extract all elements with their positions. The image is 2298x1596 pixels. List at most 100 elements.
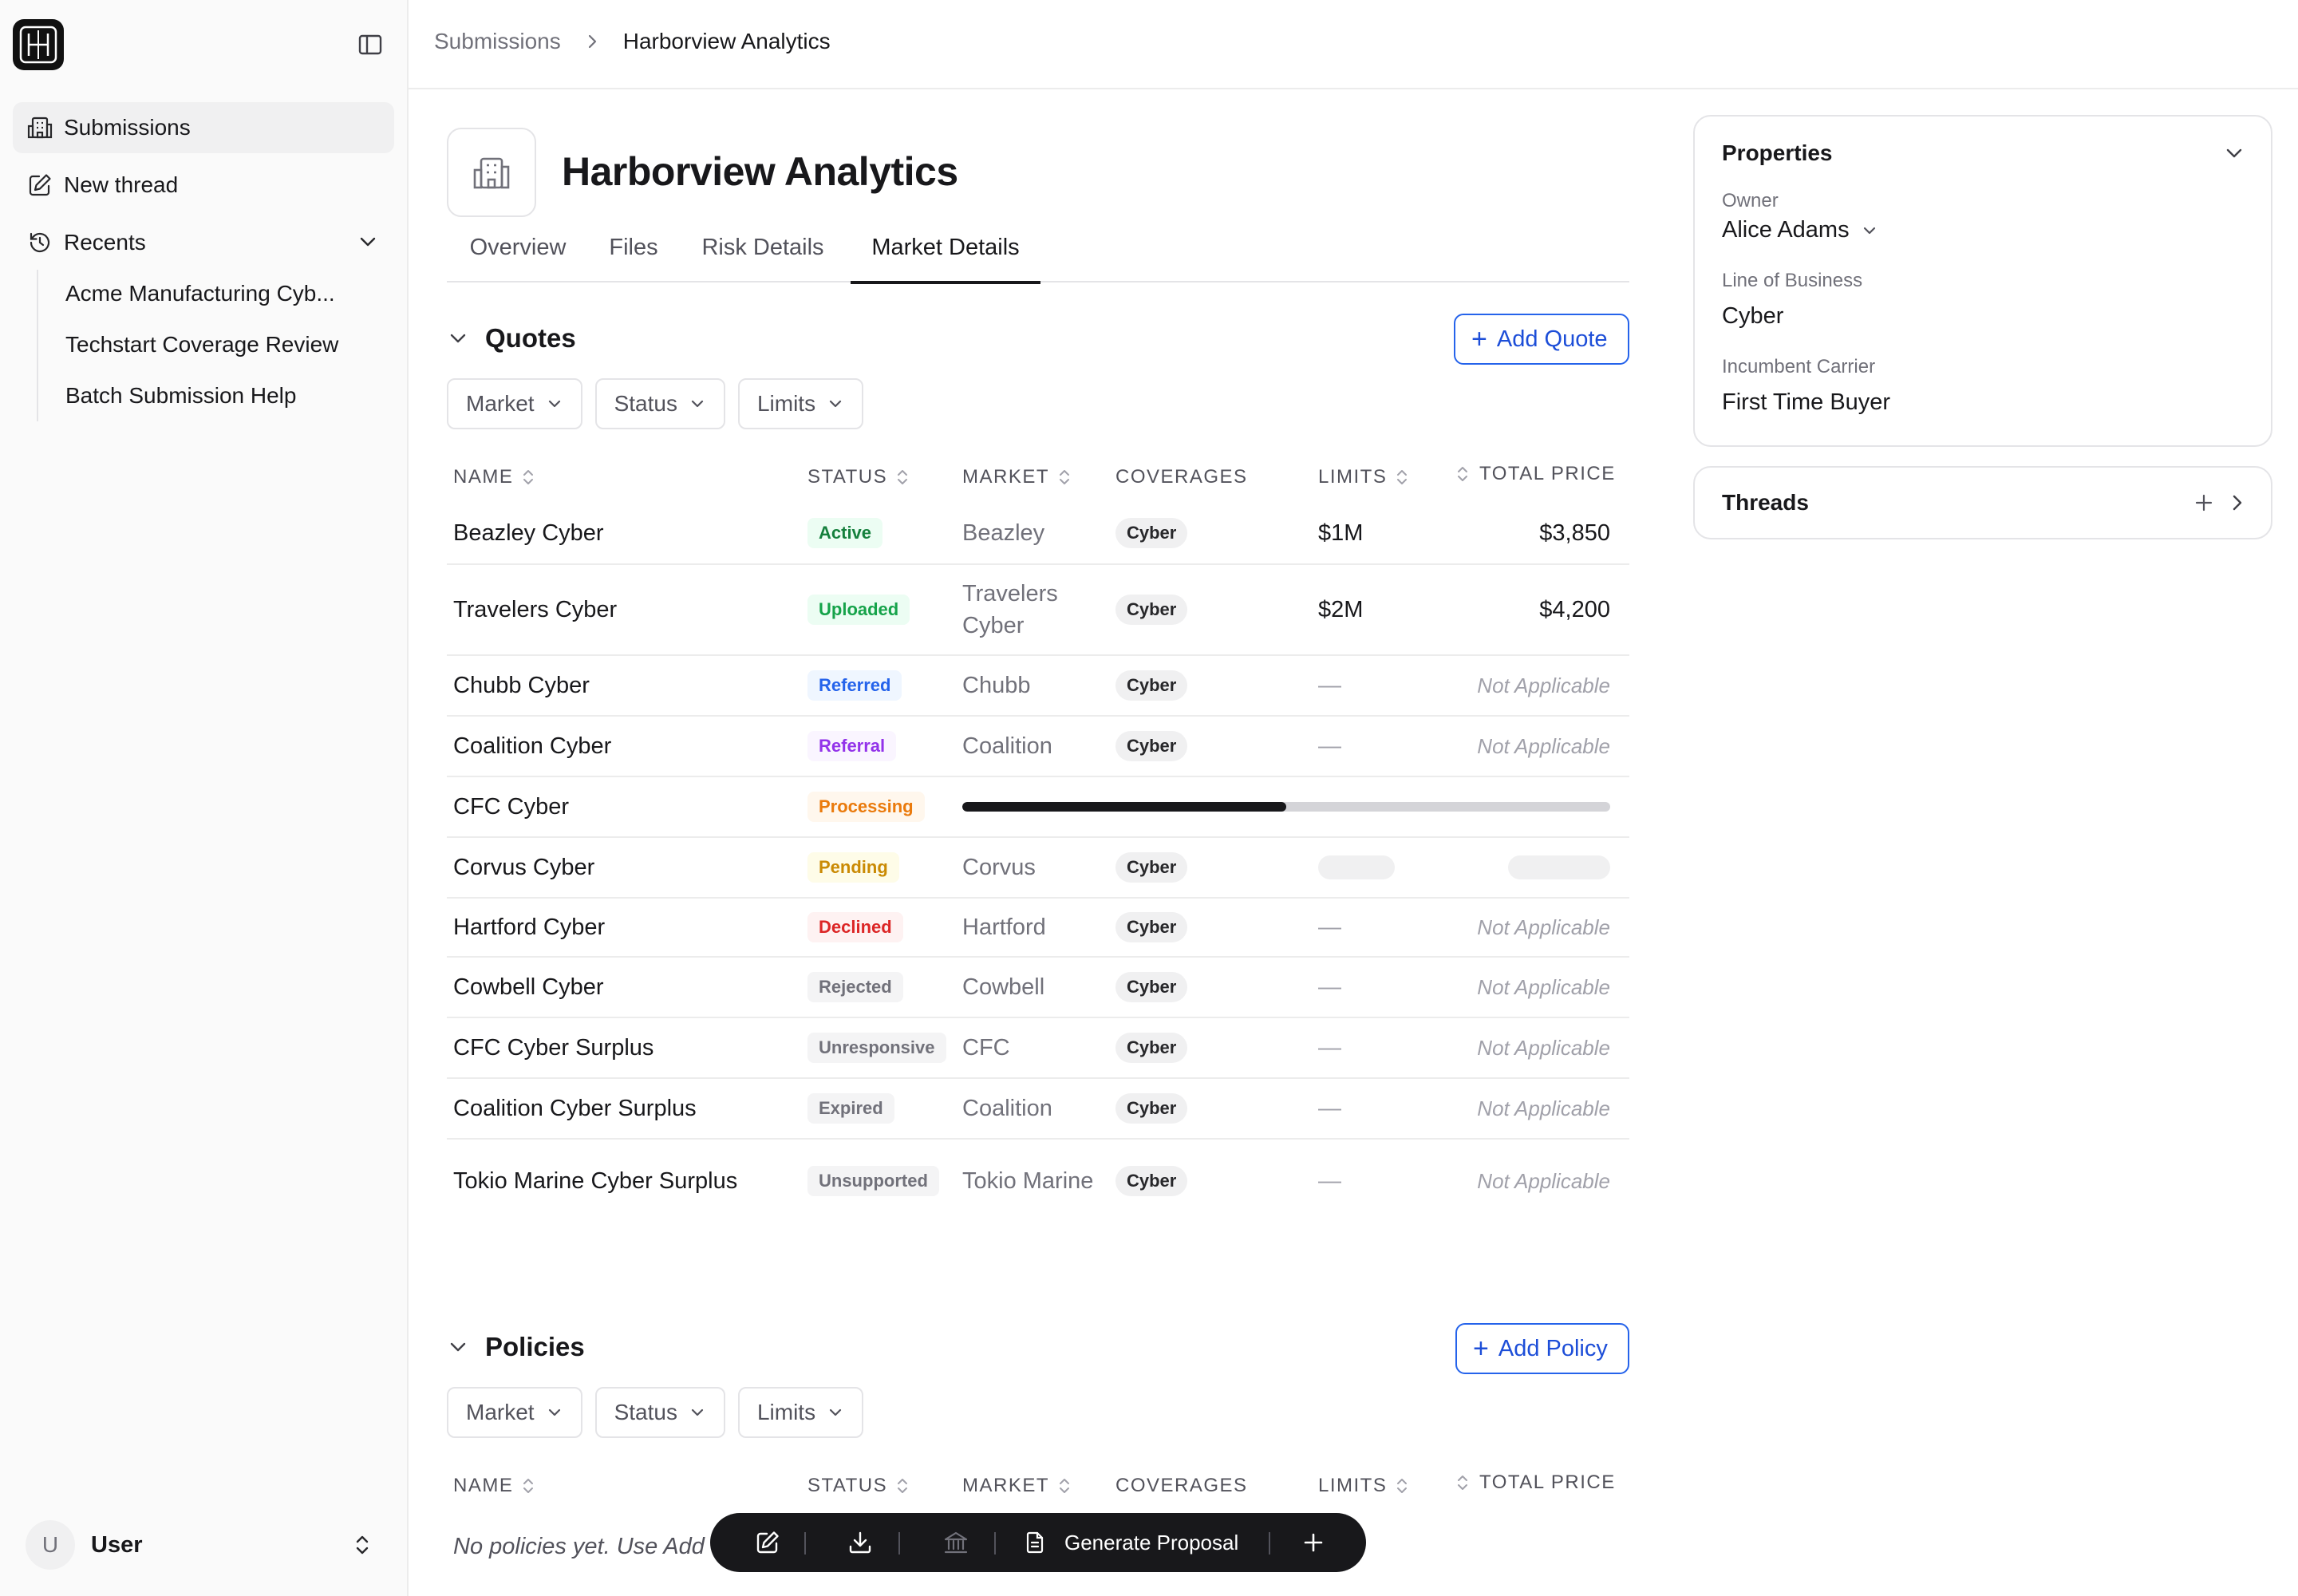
column-header-name[interactable]: NAME [453, 1475, 535, 1497]
plus-icon[interactable] [1301, 1530, 1326, 1555]
button-label: Generate Proposal [1064, 1530, 1239, 1555]
recent-thread[interactable]: Techstart Coverage Review [65, 325, 385, 365]
sidebar: Submissions New thread Recents Acme Manu… [0, 0, 409, 1596]
edit-icon[interactable] [755, 1530, 780, 1555]
coverage-chip: Cyber [1115, 1033, 1188, 1063]
filter-status[interactable]: Status [594, 378, 725, 429]
tab-risk-details[interactable]: Risk Details [699, 235, 827, 282]
filter-limits[interactable]: Limits [737, 378, 864, 429]
column-header-market[interactable]: MARKET [962, 466, 1072, 488]
column-header-limits[interactable]: LIMITS [1318, 1475, 1409, 1497]
table-row[interactable]: Cowbell Cyber Rejected Cowbell Cyber — Not Ap… [447, 958, 1629, 1018]
filter-market[interactable]: Market [447, 1387, 582, 1438]
status-cell: Processing [807, 777, 925, 836]
toolbar-divider [1269, 1532, 1270, 1555]
filter-label: Limits [756, 1400, 816, 1424]
column-header-status[interactable]: STATUS [807, 1475, 910, 1497]
status-cell: Active [807, 503, 883, 563]
column-header-name[interactable]: NAME [453, 466, 535, 488]
quotes-section-header[interactable]: Quotes [447, 323, 576, 354]
limits-value: $2M [1318, 596, 1364, 622]
column-header-label: MARKET [962, 1475, 1050, 1496]
chevron-down-icon[interactable] [447, 327, 469, 350]
table-row[interactable]: Beazley Cyber Active Beazley Cyber $1M $3,850 [447, 503, 1629, 565]
market-name: Travelers Cyber [962, 581, 1058, 638]
status-badge: Pending [807, 852, 899, 883]
recent-thread[interactable]: Acme Manufacturing Cyb... [65, 274, 385, 314]
tab-market-details[interactable]: Market Details [851, 235, 1040, 284]
table-row[interactable]: Tokio Marine Cyber Surplus Unsupported Tok… [447, 1140, 1629, 1223]
section-title: Quotes [485, 323, 576, 353]
filter-limits[interactable]: Limits [737, 1387, 864, 1438]
add-quote-button[interactable]: + Add Quote [1454, 314, 1629, 365]
owner-value: Alice Adams [1722, 217, 1850, 243]
column-header-total-price[interactable]: TOTAL PRICE [1455, 1472, 1616, 1494]
limits-value: — [1318, 914, 1341, 940]
add-policy-button[interactable]: + Add Policy [1455, 1323, 1629, 1374]
limits-value: — [1318, 1034, 1341, 1061]
status-cell: Expired [807, 1079, 894, 1138]
threads-card[interactable]: Threads [1693, 466, 2272, 539]
breadcrumb-parent[interactable]: Submissions [434, 29, 561, 54]
table-row[interactable]: Chubb Cyber Referred Chubb Cyber — Not Applic… [447, 656, 1629, 717]
policies-section-header[interactable]: Policies [447, 1332, 585, 1362]
sidebar-item-recents[interactable]: Recents [13, 217, 394, 268]
chevron-up-down-icon[interactable] [349, 1532, 375, 1558]
total-price: $4,200 [1539, 596, 1610, 622]
column-header-label: STATUS [807, 1475, 888, 1496]
total-price: $3,850 [1539, 519, 1610, 546]
coverage-cell: Cyber [1115, 958, 1188, 1017]
chevron-down-icon[interactable] [356, 230, 380, 254]
sidebar-item-submissions[interactable]: Submissions [13, 102, 394, 153]
table-row[interactable]: Hartford Cyber Declined Hartford Cyber — Not … [447, 899, 1629, 958]
column-header-market[interactable]: MARKET [962, 1475, 1072, 1497]
owner-select[interactable]: Alice Adams [1722, 217, 1878, 243]
chevron-down-icon[interactable] [2223, 142, 2245, 164]
table-row[interactable]: Travelers Cyber Uploaded Travelers Cyber Cy… [447, 565, 1629, 656]
chevron-right-icon[interactable] [2226, 492, 2249, 514]
market-name: Chubb [962, 673, 1031, 698]
sort-icon [1397, 1479, 1408, 1493]
column-header-total-price[interactable]: TOTAL PRICE [1455, 463, 1616, 485]
recent-thread[interactable]: Batch Submission Help [65, 376, 385, 416]
card-title: Properties [1722, 140, 1833, 165]
recents-divider [37, 270, 38, 421]
column-header-label: MARKET [962, 466, 1050, 488]
generate-proposal-button[interactable]: Generate Proposal [1023, 1513, 1238, 1572]
column-header-label: LIMITS [1318, 1475, 1388, 1496]
status-cell: Declined [807, 899, 903, 956]
tab-overview[interactable]: Overview [466, 235, 570, 282]
limits-value: — [1318, 1167, 1341, 1194]
filter-status[interactable]: Status [594, 1387, 725, 1438]
market-name: Beazley [962, 520, 1045, 546]
plus-icon[interactable] [2193, 492, 2215, 514]
edit-icon [29, 174, 51, 196]
quote-name: Chubb Cyber [453, 672, 590, 698]
processing-progress-bar [962, 802, 1610, 812]
breadcrumb-current: Harborview Analytics [622, 29, 831, 53]
status-badge: Expired [807, 1093, 894, 1124]
sidebar-item-new-thread[interactable]: New thread [13, 160, 394, 211]
top-bar: Submissions Harborview Analytics [409, 0, 2298, 89]
app-logo[interactable] [13, 19, 64, 70]
column-header-status[interactable]: STATUS [807, 466, 910, 488]
table-row[interactable]: CFC Cyber Processing [447, 777, 1629, 838]
chevron-down-icon [691, 400, 704, 408]
sidebar-toggle-icon[interactable] [357, 32, 383, 57]
column-header-limits[interactable]: LIMITS [1318, 466, 1409, 488]
sort-icon [523, 470, 534, 484]
table-row[interactable]: Corvus Cyber Pending Corvus Cyber [447, 838, 1629, 899]
table-row[interactable]: CFC Cyber Surplus Unresponsive CFC Cyber — No… [447, 1018, 1629, 1079]
breadcrumb: Submissions Harborview Analytics [434, 29, 831, 54]
chevron-down-icon[interactable] [447, 1336, 469, 1358]
tab-files[interactable]: Files [598, 235, 669, 282]
column-header-label: COVERAGES [1115, 1475, 1248, 1496]
download-icon[interactable] [847, 1530, 873, 1555]
table-row[interactable]: Coalition Cyber Surplus Expired Coalition C… [447, 1079, 1629, 1140]
table-row[interactable]: Coalition Cyber Referral Coalition Cyber — No… [447, 717, 1629, 777]
status-badge: Active [807, 518, 883, 548]
user-menu[interactable]: U User [26, 1519, 385, 1570]
filter-market[interactable]: Market [447, 378, 582, 429]
quote-name: Coalition Cyber Surplus [453, 1095, 697, 1121]
sort-icon [1458, 467, 1467, 481]
